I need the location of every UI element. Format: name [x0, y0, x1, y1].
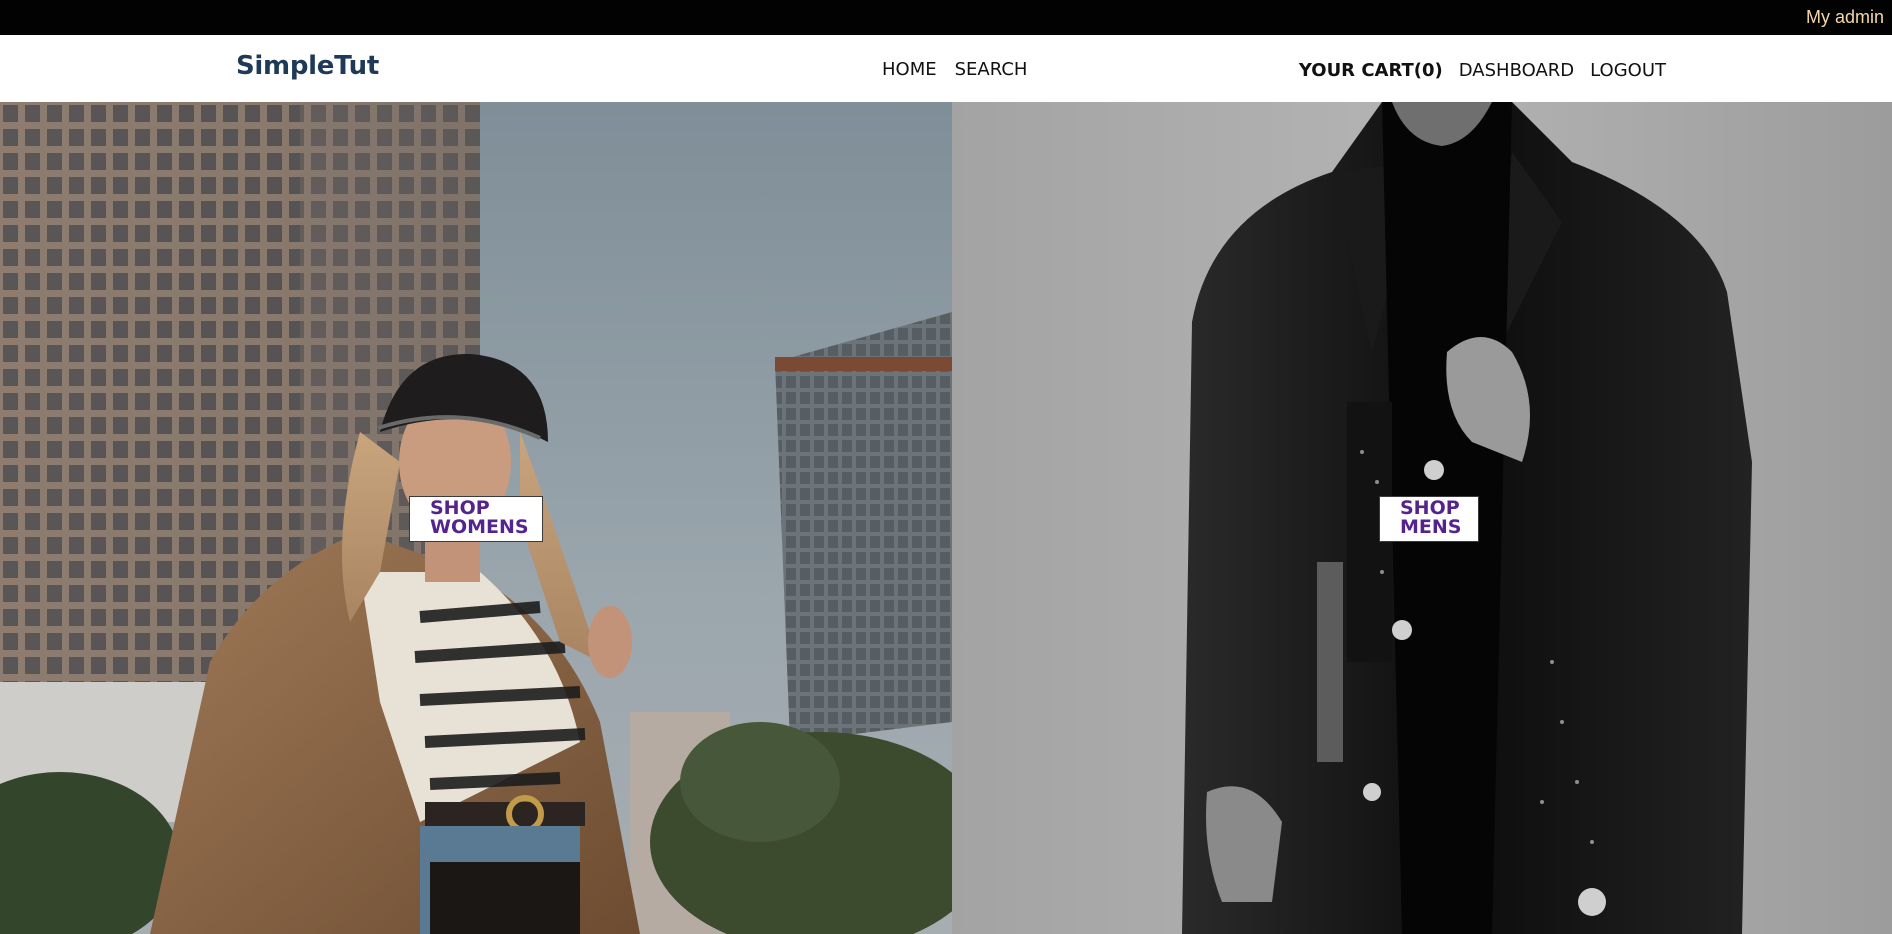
- main-nav: HOME SEARCH: [882, 59, 1027, 80]
- admin-toolbar: My admin: [0, 0, 1892, 35]
- mens-category-panel[interactable]: SHOP MENS: [952, 102, 1892, 934]
- my-admin-link[interactable]: My admin: [1806, 7, 1884, 28]
- nav-search-link[interactable]: SEARCH: [955, 59, 1028, 80]
- site-logo[interactable]: SimpleTut: [236, 51, 379, 81]
- shop-womens-button[interactable]: SHOP WOMENS: [409, 496, 543, 542]
- nav-home-link[interactable]: HOME: [882, 59, 937, 80]
- shop-womens-line2: WOMENS: [430, 516, 529, 538]
- womens-category-panel[interactable]: SHOP WOMENS: [0, 102, 952, 934]
- account-nav: YOUR CART(0) DASHBOARD LOGOUT: [1299, 60, 1666, 81]
- site-header: SimpleTut HOME SEARCH YOUR CART(0) DASHB…: [0, 35, 1892, 102]
- hero-directory: SHOP WOMENS SHOP MENS: [0, 102, 1892, 934]
- shop-mens-line2: MENS: [1400, 516, 1462, 538]
- cart-link[interactable]: YOUR CART(0): [1299, 60, 1443, 81]
- dashboard-link[interactable]: DASHBOARD: [1459, 60, 1574, 81]
- logout-link[interactable]: LOGOUT: [1590, 60, 1666, 81]
- shop-mens-button[interactable]: SHOP MENS: [1379, 496, 1479, 542]
